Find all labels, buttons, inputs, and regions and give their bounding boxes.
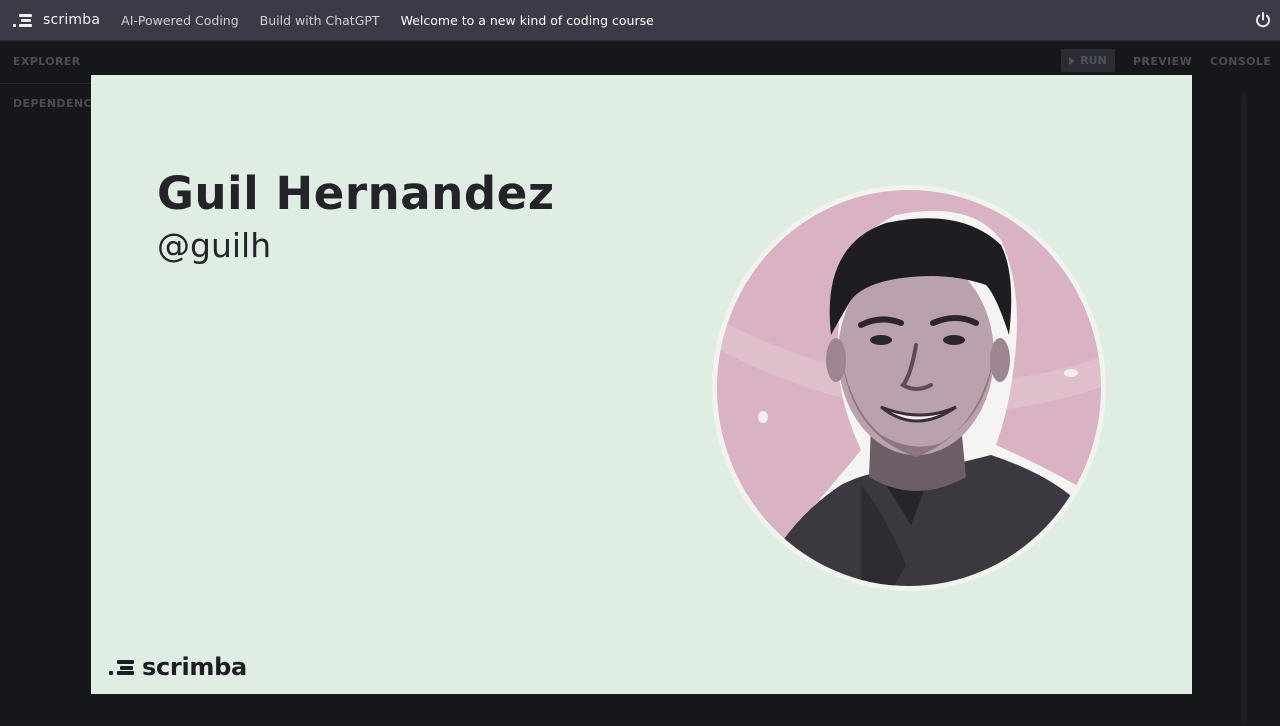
play-icon [1069, 56, 1076, 65]
brand-name: scrimba [43, 12, 101, 28]
slide-logo-text: scrimba [142, 653, 247, 681]
dependencies-panel-label[interactable]: DEPENDENC [13, 97, 92, 110]
breadcrumb-module[interactable]: Build with ChatGPT [260, 13, 380, 28]
explorer-panel-label[interactable]: EXPLORER [13, 55, 81, 68]
scrimba-logo-icon [109, 658, 136, 676]
run-button[interactable]: RUN [1061, 49, 1115, 72]
preview-tab[interactable]: PREVIEW [1133, 55, 1192, 68]
sidebar-divider [0, 83, 91, 84]
console-tab[interactable]: CONSOLE [1210, 55, 1271, 68]
instructor-intro-slide: Guil Hernandez @guilh scrimba [91, 75, 1192, 694]
scrollbar-thumb[interactable] [1241, 94, 1247, 724]
power-icon[interactable] [1254, 11, 1272, 29]
run-button-label: RUN [1080, 54, 1107, 67]
instructor-handle: @guilh [157, 226, 272, 265]
breadcrumb-course[interactable]: AI-Powered Coding [121, 13, 239, 28]
instructor-portrait [712, 185, 1106, 591]
top-navigation-bar: scrimba AI-Powered Coding Build with Cha… [0, 0, 1280, 41]
instructor-name: Guil Hernandez [157, 167, 555, 220]
scrollbar[interactable] [1192, 76, 1280, 726]
scrimba-home-link[interactable]: scrimba [13, 12, 100, 28]
slide-scrimba-logo: scrimba [109, 653, 247, 681]
breadcrumb-lesson-title[interactable]: Welcome to a new kind of coding course [401, 13, 654, 28]
scrimba-logo-icon [13, 13, 35, 27]
